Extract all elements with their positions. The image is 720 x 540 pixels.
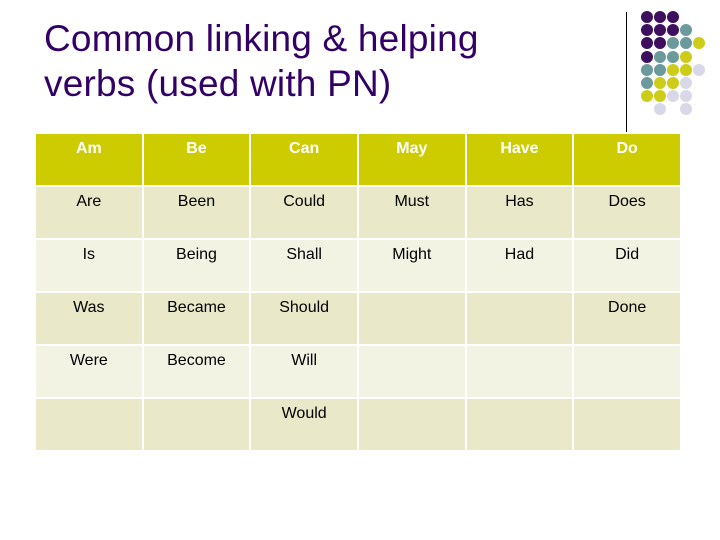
decorative-dot <box>667 77 679 89</box>
table-cell: Should <box>251 293 357 344</box>
table-cell: Are <box>36 187 142 238</box>
decorative-dot <box>641 24 653 37</box>
decorative-dot <box>680 24 692 37</box>
table-cell: Had <box>466 240 573 291</box>
decorative-dot <box>667 50 679 63</box>
decorative-dot <box>641 77 653 89</box>
decorative-dot <box>641 37 653 50</box>
decorative-dot <box>654 103 666 116</box>
decorative-dot <box>654 24 666 37</box>
decorative-dot <box>667 11 679 23</box>
table-cell: Will <box>251 346 357 397</box>
table-cell: Been <box>143 187 250 238</box>
table-cell: Was <box>36 293 142 344</box>
table-cell <box>36 399 142 450</box>
slide-title-line-1: Common linking & helping <box>44 18 479 59</box>
table-cell <box>143 399 250 450</box>
table-cell: Done <box>574 293 680 344</box>
decorative-dot <box>654 77 666 89</box>
table-row: Would <box>36 399 680 450</box>
header-cell: Be <box>143 134 250 185</box>
decorative-dot <box>641 50 653 63</box>
table-cell <box>358 346 465 397</box>
decorative-dot <box>654 50 666 63</box>
table-cell <box>358 399 465 450</box>
decorative-dot <box>680 103 692 116</box>
table-cell: Shall <box>251 240 357 291</box>
table-cell <box>466 293 573 344</box>
verbs-table: Am Be Can May Have Do Are Been Could Mus… <box>34 132 682 452</box>
decorative-dot <box>654 63 666 76</box>
decorative-dot-grid <box>641 11 720 121</box>
table-cell <box>574 399 680 450</box>
header-cell: Have <box>466 134 573 185</box>
decorative-dot <box>654 90 666 103</box>
decorative-dot <box>654 37 666 50</box>
decorative-dot <box>680 90 692 103</box>
table-row: Were Become Will <box>36 346 680 397</box>
table-cell: Become <box>143 346 250 397</box>
decorative-dot <box>654 11 666 23</box>
header-cell: Can <box>251 134 357 185</box>
header-cell: May <box>358 134 465 185</box>
table-cell: Does <box>574 187 680 238</box>
table-cell <box>466 399 573 450</box>
header-cell: Do <box>574 134 680 185</box>
decorative-dot <box>680 77 692 89</box>
decorative-dot <box>667 63 679 76</box>
table-cell <box>358 293 465 344</box>
table-row: Are Been Could Must Has Does <box>36 187 680 238</box>
table-cell <box>466 346 573 397</box>
table-cell: Became <box>143 293 250 344</box>
decorative-dot <box>667 90 679 103</box>
table-cell: Has <box>466 187 573 238</box>
decorative-dot <box>667 24 679 37</box>
decorative-dot <box>693 63 705 76</box>
table-cell: Did <box>574 240 680 291</box>
table-cell: Is <box>36 240 142 291</box>
table-cell: Could <box>251 187 357 238</box>
slide-title: Common linking & helping verbs (used wit… <box>44 16 479 106</box>
table-row: Is Being Shall Might Had Did <box>36 240 680 291</box>
decorative-dot <box>680 63 692 76</box>
table-cell: Were <box>36 346 142 397</box>
table-cell: Must <box>358 187 465 238</box>
decorative-dot <box>641 63 653 76</box>
decorative-dot <box>667 37 679 50</box>
table-cell: Would <box>251 399 357 450</box>
decorative-dot <box>641 11 653 23</box>
table-cell: Might <box>358 240 465 291</box>
decorative-dot <box>693 37 705 50</box>
table-row: Was Became Should Done <box>36 293 680 344</box>
slide-title-line-2: verbs (used with PN) <box>44 63 392 104</box>
vertical-divider <box>626 12 627 132</box>
header-cell: Am <box>36 134 142 185</box>
decorative-dot <box>641 90 653 103</box>
decorative-dot <box>680 37 692 50</box>
table-cell <box>574 346 680 397</box>
table-cell: Being <box>143 240 250 291</box>
table-header-row: Am Be Can May Have Do <box>36 134 680 185</box>
decorative-dot <box>680 50 692 63</box>
